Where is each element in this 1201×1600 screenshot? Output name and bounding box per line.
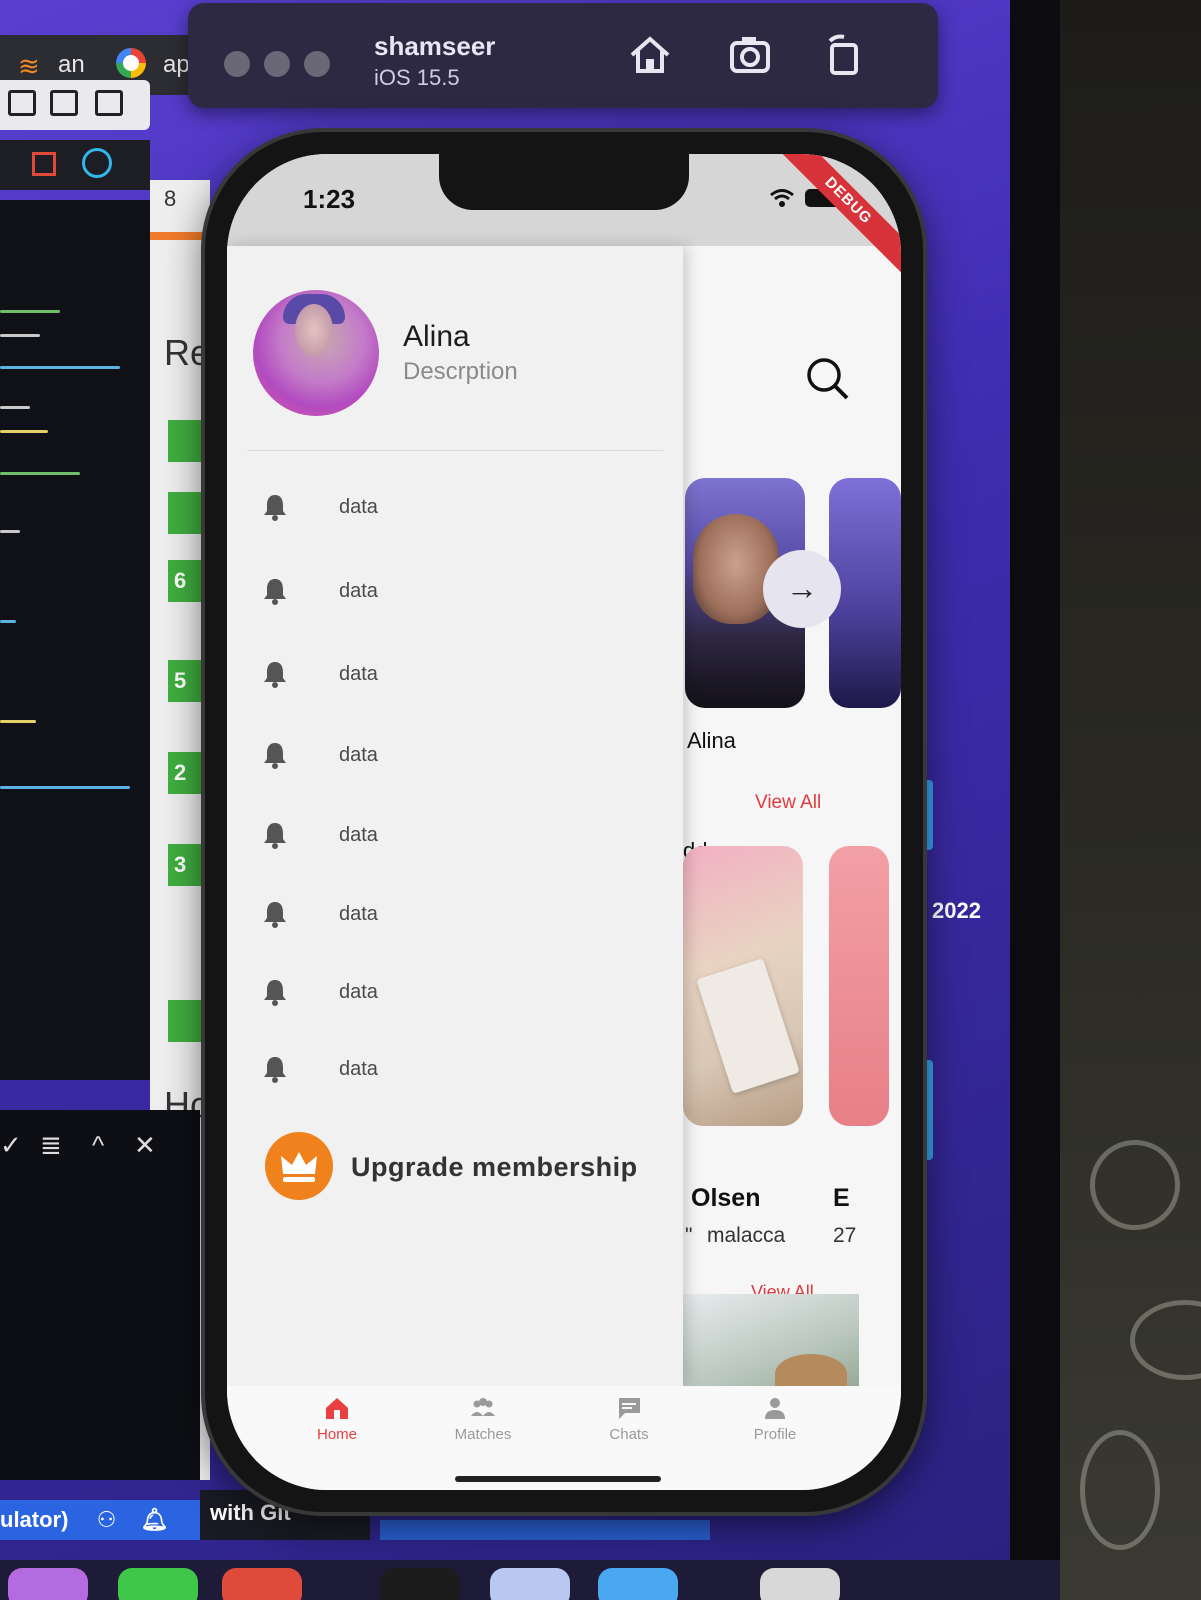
home-icon [326,1398,348,1419]
dock-app-icon[interactable] [598,1568,678,1600]
home-indicator [455,1476,661,1482]
drawer-menu-label: data [339,1058,378,1080]
inspect-icon[interactable] [82,148,112,178]
chat-icon [618,1398,640,1419]
bell-icon [264,743,286,769]
card-quote: " [685,1224,693,1247]
card-location: malacca [707,1224,786,1247]
year-label: 2022 [932,898,981,923]
drawer-menu-item[interactable]: data [261,649,661,699]
phone-screen: 1:23 DEBUG → Alina View All dd Olsen [227,154,901,1490]
dock-app-icon[interactable] [760,1568,840,1600]
avatar[interactable] [253,290,379,416]
bell-icon [264,902,286,928]
drawer-menu-item[interactable]: data [261,482,661,532]
card-age: 27 [833,1224,857,1247]
dock-app-icon[interactable] [222,1568,302,1600]
profile-card-photo[interactable] [829,846,889,1126]
os-version: iOS 15.5 [374,65,460,90]
browser-tab-1[interactable]: an [58,51,85,79]
notification-icon[interactable]: 🔔︎ [140,1507,168,1532]
bell-icon [264,579,286,605]
status-time: 1:23 [303,184,356,214]
group-icon [471,1398,495,1416]
window-close-button[interactable] [224,51,250,77]
drawer-menu-label: data [339,580,378,602]
drawer-menu-item[interactable]: data [261,810,661,860]
drawer-menu-item[interactable]: data [261,967,661,1017]
close-icon[interactable]: ✕ [134,1130,156,1161]
bell-icon [264,980,286,1006]
account-icon[interactable]: ⚇ [97,1507,117,1532]
drawer-menu-label: data [339,903,378,925]
nav-home[interactable]: Home [277,1386,397,1443]
wifi-icon [770,189,794,207]
screenshot-icon[interactable] [726,31,774,79]
check-icon[interactable]: ✓ [0,1130,22,1161]
status-bar-blue [380,1520,710,1540]
clear-icon[interactable]: ≣ [40,1130,62,1161]
profile-name: Alina [403,320,470,353]
nav-matches[interactable]: Matches [423,1386,543,1443]
layout-split-icon[interactable] [50,90,78,116]
drawer-menu-item[interactable]: data [261,566,661,616]
browser-tab-2[interactable]: ap [163,51,190,79]
bottom-panel: ✓ ≣ ^ ✕ [0,1110,200,1480]
view-all-link[interactable]: View All [755,792,821,814]
status-bar-left[interactable]: ulator) ⚇ 🔔︎ [0,1500,200,1540]
drawer-menu-label: data [339,744,378,766]
layout-bottom-icon[interactable] [8,90,36,116]
simulator-title-bar: shamseer iOS 15.5 [188,3,938,108]
crown-icon [281,1152,317,1182]
dock-app-icon[interactable] [380,1568,460,1600]
upgrade-membership-label: Upgrade membership [351,1152,638,1182]
window-zoom-button[interactable] [304,51,330,77]
dock-app-icon[interactable] [118,1568,198,1600]
upgrade-membership-button[interactable]: Upgrade membership [265,1132,665,1202]
google-icon [116,48,146,78]
bell-icon [264,1057,286,1083]
divider [247,450,663,451]
bell-icon [264,662,286,688]
code-editor [0,200,170,1080]
dock-app-icon[interactable] [8,1568,88,1600]
dock-app-icon[interactable] [490,1568,570,1600]
card-name: Alina [687,728,736,753]
device-name: shamseer [374,31,496,61]
notch [439,154,689,210]
collapse-icon[interactable]: ^ [92,1130,104,1161]
debug-toolbar [0,140,150,190]
dock [0,1560,1060,1600]
home-icon[interactable] [626,31,674,79]
rotate-icon[interactable] [820,31,868,79]
nav-chats[interactable]: Chats [569,1386,689,1443]
bell-icon [264,823,286,849]
stop-icon[interactable] [32,152,56,176]
person-icon [765,1398,785,1419]
layout-toggle-bar [0,80,150,130]
iphone-simulator: 1:23 DEBUG → Alina View All dd Olsen [205,132,923,1512]
navigation-drawer: Alina Descrption data data data data data dat… [227,246,683,1386]
drawer-menu-label: data [339,981,378,1003]
drawer-menu-label: data [339,496,378,518]
room-background [1060,0,1201,1600]
arrow-right-icon[interactable]: → [763,550,841,628]
drawer-menu-item[interactable]: data [261,1044,661,1094]
profile-card-photo[interactable] [683,846,803,1126]
nav-profile[interactable]: Profile [715,1386,835,1443]
drawer-menu-item[interactable]: data [261,730,661,780]
layout-grid-icon[interactable] [95,90,123,116]
crown-icon-badge [265,1132,333,1200]
drawer-menu-label: data [339,663,378,685]
bell-icon [264,495,286,521]
bottom-navigation: Home Matches Chats Profile [227,1386,901,1490]
search-icon[interactable] [805,356,849,400]
stackoverflow-icon: ≋ [18,51,40,81]
drawer-menu-label: data [339,824,378,846]
drawer-menu-item[interactable]: data [261,889,661,939]
card-name: Olsen [691,1184,761,1212]
profile-description: Descrption [403,358,518,385]
window-minimize-button[interactable] [264,51,290,77]
card-name: E [833,1184,850,1212]
